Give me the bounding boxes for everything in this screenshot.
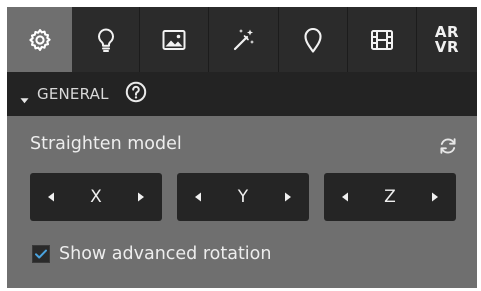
caret-down-icon[interactable]	[20, 90, 29, 103]
rotate-x-left-button[interactable]	[38, 173, 64, 221]
arrow-left-icon	[48, 192, 54, 202]
tab-background[interactable]	[140, 7, 209, 72]
tab-lighting[interactable]	[72, 7, 140, 72]
straighten-model-label: Straighten model	[30, 134, 182, 154]
tab-post-processing[interactable]	[209, 7, 279, 72]
rotate-z-right-button[interactable]	[422, 173, 448, 221]
show-advanced-rotation-checkbox[interactable]	[32, 245, 50, 263]
rotate-y-right-button[interactable]	[275, 173, 301, 221]
image-icon	[161, 28, 187, 52]
y-axis-control: Y	[177, 173, 309, 221]
arrow-right-icon	[432, 192, 438, 202]
rotate-y-left-button[interactable]	[185, 173, 211, 221]
settings-panel: AR VR GENERAL Straighten model X Y Z Sho…	[7, 7, 477, 288]
show-advanced-rotation-row[interactable]: Show advanced rotation	[32, 243, 271, 265]
tab-animations[interactable]	[348, 7, 417, 72]
tab-settings[interactable]	[7, 7, 72, 72]
tab-annotations[interactable]	[279, 7, 348, 72]
question-circle-icon[interactable]	[125, 81, 147, 107]
ar-vr-label: AR VR	[434, 24, 460, 56]
arrow-right-icon	[285, 192, 291, 202]
show-advanced-rotation-label: Show advanced rotation	[59, 244, 272, 264]
arrow-left-icon	[195, 192, 201, 202]
general-section-header[interactable]: GENERAL	[7, 72, 477, 116]
arrow-right-icon	[138, 192, 144, 202]
location-pin-icon	[302, 26, 324, 54]
z-axis-control: Z	[324, 173, 456, 221]
refresh-icon[interactable]	[438, 136, 458, 160]
lightbulb-icon	[94, 27, 118, 53]
x-axis-control: X	[30, 173, 162, 221]
film-icon	[369, 28, 395, 52]
vr-label-text: VR	[434, 37, 460, 56]
rotate-x-right-button[interactable]	[128, 173, 154, 221]
gear-icon	[27, 27, 53, 53]
rotate-z-left-button[interactable]	[332, 173, 358, 221]
checkmark-icon	[35, 249, 47, 259]
tab-bar: AR VR	[7, 7, 477, 72]
tab-ar-vr[interactable]: AR VR	[417, 7, 477, 72]
arrow-left-icon	[342, 192, 348, 202]
magic-wand-icon	[231, 27, 257, 53]
section-title: GENERAL	[37, 85, 109, 103]
